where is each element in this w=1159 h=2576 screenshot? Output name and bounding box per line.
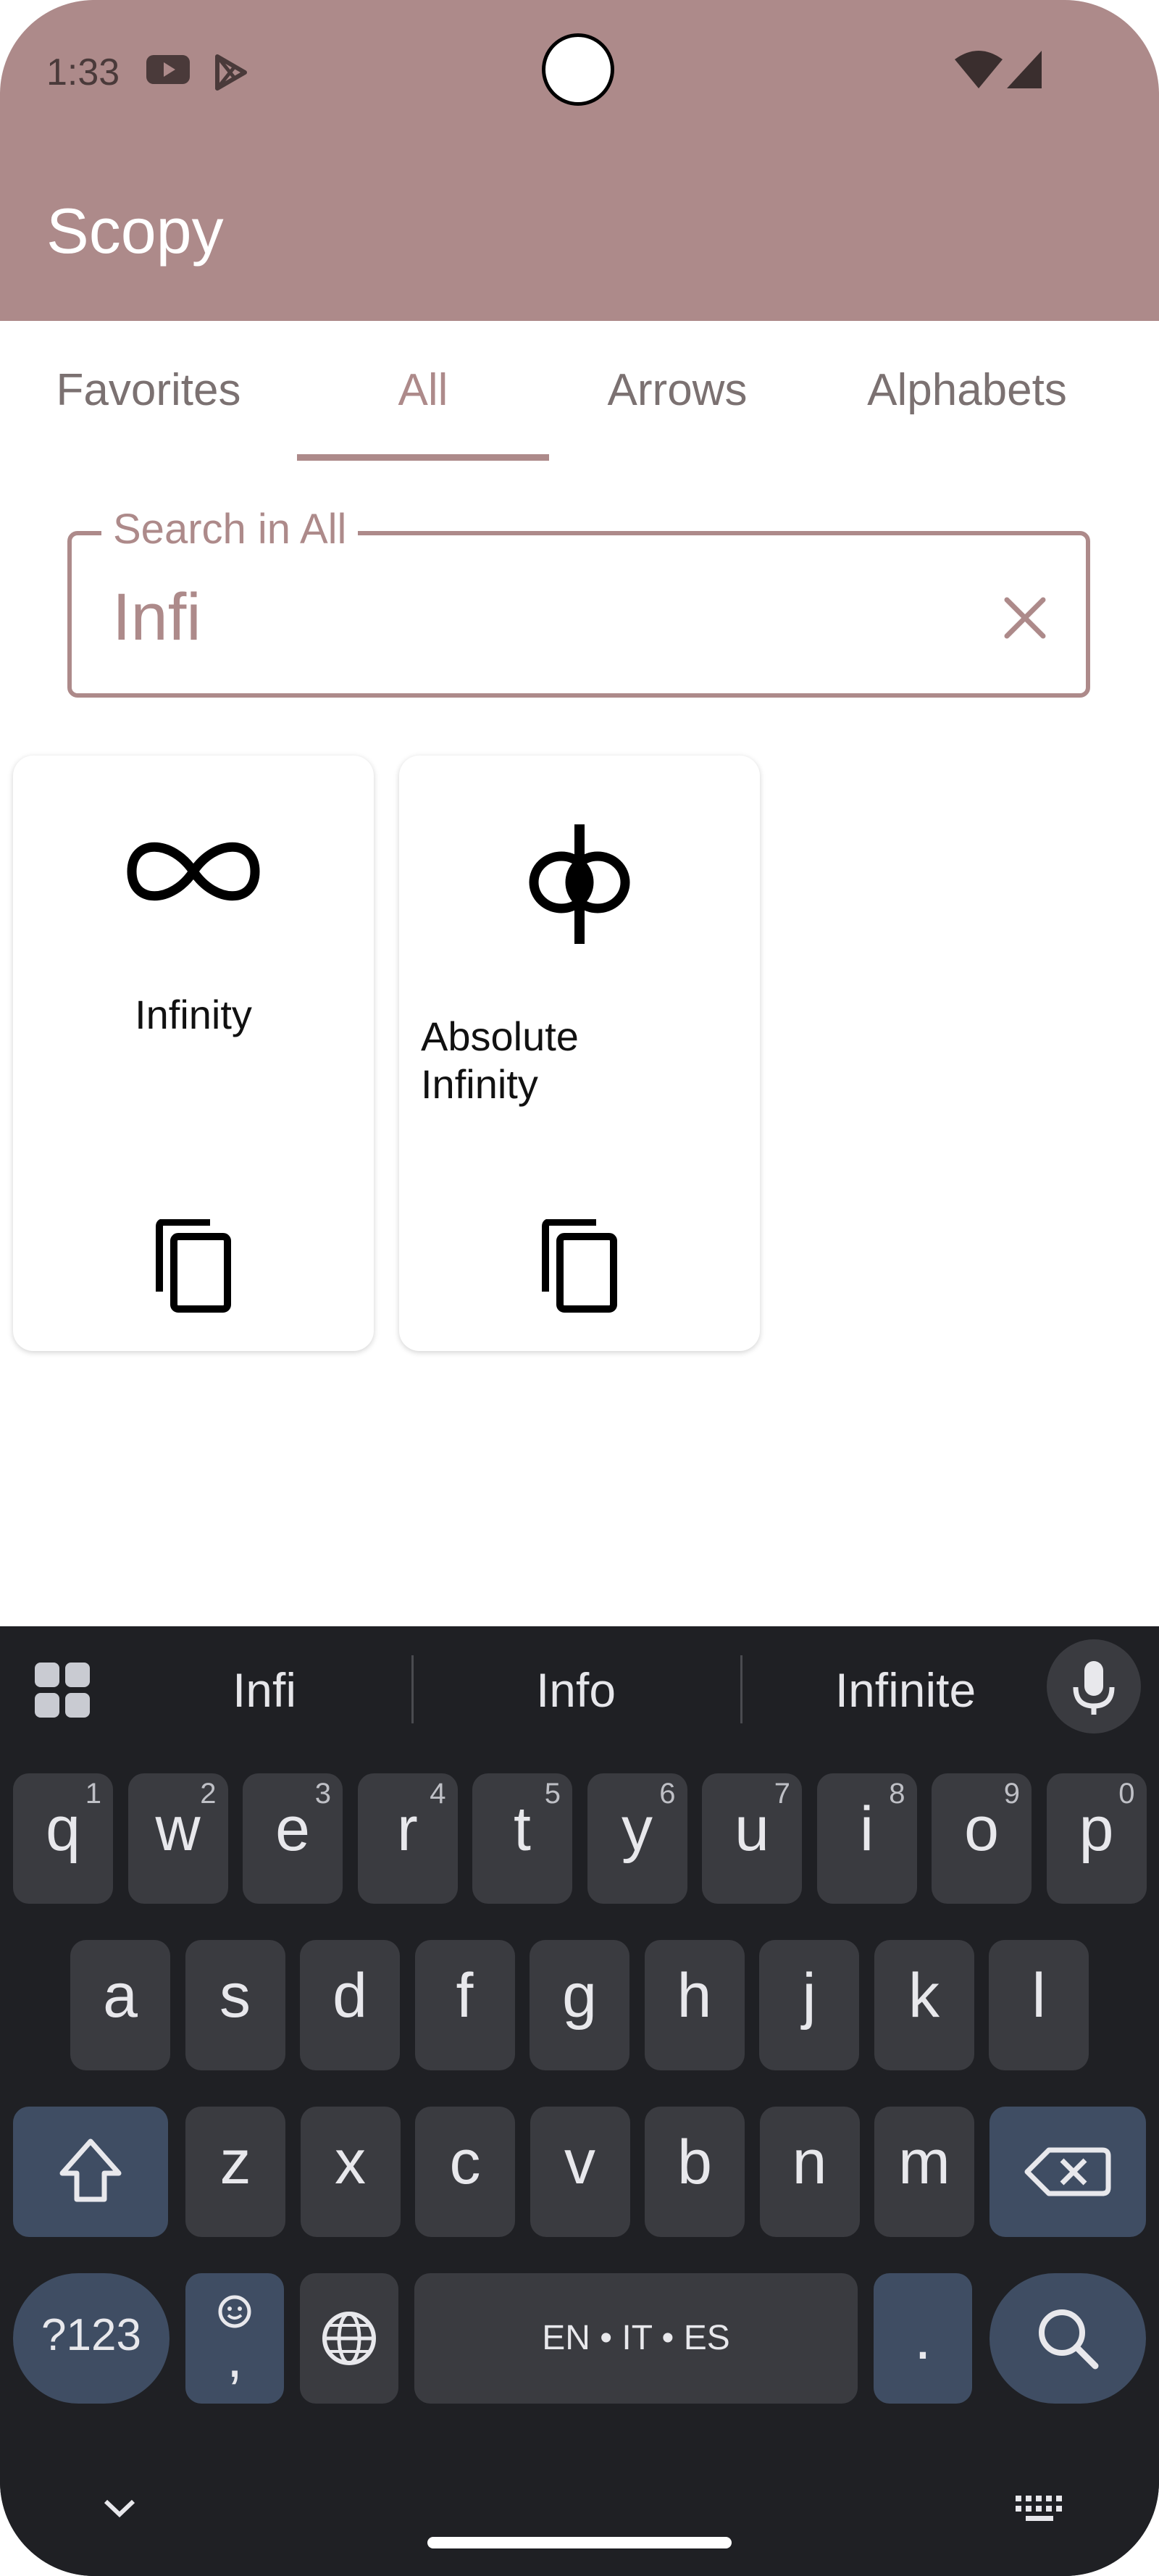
key-j[interactable]: j <box>759 1940 859 2070</box>
status-time: 1:33 <box>46 51 120 93</box>
suggestion-3[interactable]: Infinite <box>768 1663 1043 1718</box>
app-bar: 1:33 Scopy <box>0 0 1159 321</box>
wifi-icon <box>953 48 1004 95</box>
tab-alphabets[interactable]: Alphabets <box>826 364 1108 416</box>
tab-bar: Favorites All Arrows Alphabets <box>0 321 1159 462</box>
key-x[interactable]: x <box>300 2107 401 2237</box>
key-q[interactable]: q1 <box>13 1773 113 1904</box>
key-b[interactable]: b <box>645 2107 745 2237</box>
navigation-bar <box>0 2438 1159 2576</box>
home-indicator[interactable] <box>427 2537 732 2548</box>
key-u[interactable]: u7 <box>702 1773 802 1904</box>
symbol-card-absolute-infinity[interactable]: Absolute Infinity <box>399 756 760 1351</box>
symbols-key[interactable]: ?123 <box>13 2273 170 2404</box>
key-f[interactable]: f <box>414 1940 515 2070</box>
language-key[interactable] <box>300 2273 398 2404</box>
key-g[interactable]: g <box>530 1940 629 2070</box>
keyboard-toolbar: Infi Info Infinite <box>0 1626 1159 1749</box>
space-key[interactable]: EN • IT • ES <box>414 2273 858 2404</box>
microphone-icon[interactable] <box>1047 1639 1141 1734</box>
globe-icon <box>322 2312 376 2365</box>
key-y[interactable]: y6 <box>587 1773 687 1904</box>
phone-screen: 1:33 Scopy Favorites All Arrows Alphabet… <box>0 0 1159 2576</box>
key-z[interactable]: z <box>185 2107 285 2237</box>
key-l[interactable]: l <box>989 1940 1089 2070</box>
absolute-infinity-symbol <box>399 824 760 951</box>
status-bar: 1:33 <box>0 0 1159 145</box>
suggestion-2[interactable]: Info <box>442 1663 710 1718</box>
app-title: Scopy <box>46 195 224 267</box>
divider <box>740 1655 742 1723</box>
key-o[interactable]: o9 <box>932 1773 1032 1904</box>
key-t[interactable]: t5 <box>472 1773 572 1904</box>
tab-all[interactable]: All <box>297 364 549 416</box>
key-n[interactable]: n <box>759 2107 860 2237</box>
search-icon <box>1039 2309 1099 2370</box>
play-store-icon <box>210 52 251 96</box>
key-i[interactable]: i8 <box>816 1773 917 1904</box>
front-camera <box>542 33 614 106</box>
search-label: Search in All <box>101 505 359 553</box>
symbol-card-infinity[interactable]: Infinity <box>13 756 374 1351</box>
divider <box>411 1655 414 1723</box>
active-tab-indicator <box>297 454 549 461</box>
copy-icon[interactable] <box>154 1218 233 1313</box>
key-k[interactable]: k <box>874 1940 974 2070</box>
tab-arrows[interactable]: Arrows <box>565 364 790 416</box>
hide-keyboard-icon[interactable] <box>101 2496 138 2525</box>
search-key[interactable] <box>989 2273 1146 2404</box>
key-v[interactable]: v <box>530 2107 630 2237</box>
backspace-key[interactable] <box>989 2107 1146 2237</box>
key-d[interactable]: d <box>300 1940 400 2070</box>
key-h[interactable]: h <box>644 1940 745 2070</box>
key-p[interactable]: p0 <box>1046 1773 1147 1904</box>
tab-favorites[interactable]: Favorites <box>29 364 268 416</box>
on-screen-keyboard: Infi Info Infinite q1w2e3r4t5y6u7i8o9p0 … <box>0 1626 1159 2576</box>
key-s[interactable]: s <box>185 1940 285 2070</box>
search-input[interactable] <box>67 531 1090 698</box>
copy-icon[interactable] <box>540 1218 619 1313</box>
symbol-name: Infinity <box>135 992 252 1037</box>
emoji-comma-key[interactable]: , <box>185 2273 284 2404</box>
key-m[interactable]: m <box>874 2107 974 2237</box>
apps-grid-icon[interactable] <box>33 1661 91 1723</box>
key-a[interactable]: a <box>70 1940 170 2070</box>
symbol-name: Absolute Infinity <box>421 1013 579 1107</box>
suggestion-1[interactable]: Infi <box>145 1663 384 1718</box>
key-e[interactable]: e3 <box>243 1773 343 1904</box>
period-key[interactable]: . <box>874 2273 972 2404</box>
key-r[interactable]: r4 <box>357 1773 458 1904</box>
keyboard-switch-icon[interactable] <box>1014 2494 1065 2527</box>
signal-icon <box>1004 48 1045 95</box>
search-value[interactable]: Infi <box>112 580 201 656</box>
close-icon <box>1004 597 1046 639</box>
shift-key[interactable] <box>13 2107 168 2237</box>
clear-search-button[interactable] <box>1000 593 1050 643</box>
key-c[interactable]: c <box>415 2107 515 2237</box>
key-w[interactable]: w2 <box>127 1773 228 1904</box>
youtube-icon <box>145 52 191 91</box>
infinity-symbol <box>13 832 374 915</box>
